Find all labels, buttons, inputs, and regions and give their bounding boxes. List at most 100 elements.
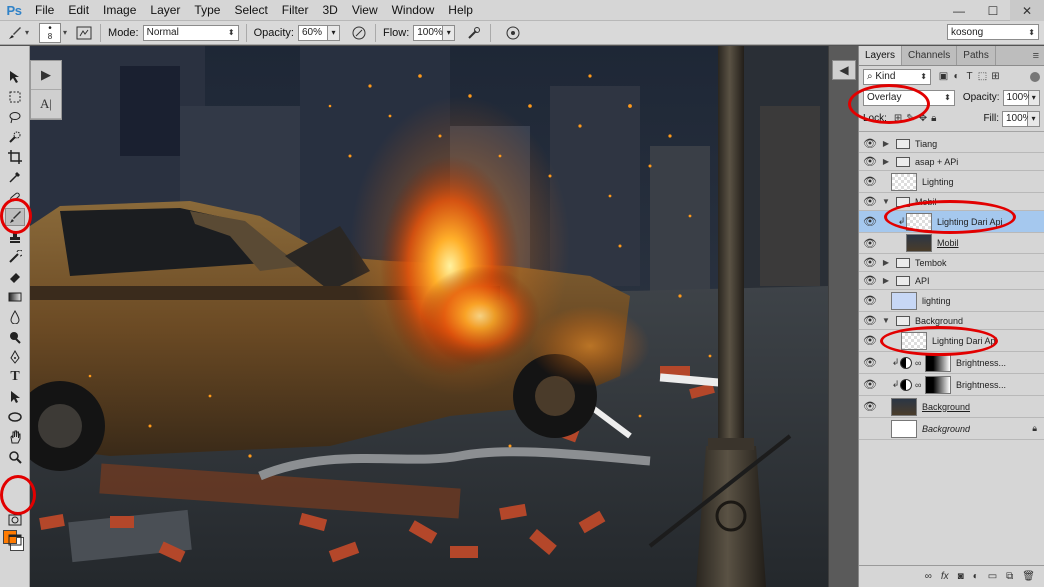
tab-paths[interactable]: Paths <box>957 46 996 65</box>
menu-help[interactable]: Help <box>441 3 480 17</box>
pressure-opacity-icon[interactable] <box>350 24 368 42</box>
menu-select[interactable]: Select <box>227 3 274 17</box>
eye-icon[interactable]: 👁︎ <box>859 400 881 413</box>
layer-filter-select[interactable]: ⌕ Kind ⬍ <box>863 68 931 85</box>
airbrush-icon[interactable] <box>465 24 483 42</box>
eye-icon[interactable]: 👁︎ <box>859 256 881 269</box>
pressure-size-icon[interactable] <box>504 24 522 42</box>
path-selection-tool-icon[interactable] <box>5 388 25 406</box>
character-panel-icon[interactable]: A| <box>31 90 61 119</box>
eyedropper-tool-icon[interactable] <box>5 168 25 186</box>
screen-mode-icon[interactable] <box>5 531 25 549</box>
menu-3d[interactable]: 3D <box>315 3 344 17</box>
menu-view[interactable]: View <box>345 3 385 17</box>
brush-tool-preset-icon[interactable] <box>6 24 24 42</box>
layer-opacity-input[interactable]: 100% <box>1002 89 1032 106</box>
layer-row-tembok[interactable]: 👁︎ ▶ Tembok <box>859 254 1044 272</box>
fill-input[interactable]: 100% <box>1002 110 1032 127</box>
smart-object-filter-icon[interactable]: ⊞ <box>989 71 1002 82</box>
quick-mask-icon[interactable] <box>5 511 25 529</box>
pixel-filter-icon[interactable]: ▣ <box>937 71 950 82</box>
tab-channels[interactable]: Channels <box>902 46 958 65</box>
brush-panel-toggle-icon[interactable] <box>75 24 93 42</box>
move-tool-icon[interactable] <box>5 68 25 86</box>
new-layer-icon[interactable]: ⧉ <box>1006 571 1013 582</box>
type-tool-icon[interactable]: T <box>5 368 25 386</box>
layer-row-background-locked[interactable]: 👁︎ Background 🔒︎ <box>859 418 1044 440</box>
pen-tool-icon[interactable] <box>5 348 25 366</box>
layer-row-brightness-2[interactable]: 👁︎ ↲ ∞ Brightness... <box>859 374 1044 396</box>
eye-icon[interactable]: 👁︎ <box>859 294 881 307</box>
layer-row-brightness-1[interactable]: 👁︎ ↲ ∞ Brightness... <box>859 352 1044 374</box>
delete-layer-icon[interactable]: 🗑︎ <box>1022 571 1035 582</box>
preset-dropdown-arrow-icon[interactable]: ▾ <box>25 28 29 37</box>
eye-icon[interactable]: 👁︎ <box>859 274 881 287</box>
zoom-tool-icon[interactable] <box>5 448 25 466</box>
brush-tool-icon[interactable] <box>5 208 25 226</box>
dodge-tool-icon[interactable] <box>5 328 25 346</box>
lock-all-icon[interactable]: 🔒︎ <box>931 113 936 124</box>
eye-icon[interactable]: 👁︎ <box>859 314 881 327</box>
collapse-panels-icon[interactable]: ◀ <box>832 60 856 80</box>
workspace-preset-select[interactable]: kosong ⬍ <box>947 24 1039 40</box>
layer-row-api[interactable]: 👁︎ ▶ API <box>859 272 1044 290</box>
eraser-tool-icon[interactable] <box>5 268 25 286</box>
brush-size-picker[interactable]: • 8 <box>39 22 62 43</box>
layer-row-lighting-dari-api-selected[interactable]: 👁︎ ↲ Lighting Dari Api <box>859 211 1044 233</box>
disclosure-triangle-icon[interactable]: ▶ <box>881 276 891 285</box>
layer-row-background-group[interactable]: 👁︎ ▼ Background <box>859 312 1044 330</box>
disclosure-triangle-icon[interactable]: ▶ <box>881 157 891 166</box>
crop-tool-icon[interactable] <box>5 148 25 166</box>
opacity-input[interactable]: 60% <box>297 24 328 41</box>
maximize-button[interactable]: ☐ <box>976 0 1010 21</box>
close-button[interactable]: ✕ <box>1010 0 1044 21</box>
layer-row-lighting-dari-api[interactable]: 👁︎ Lighting Dari Api <box>859 330 1044 352</box>
blend-mode-select[interactable]: Overlay ⬍ <box>863 89 955 106</box>
healing-brush-tool-icon[interactable] <box>5 188 25 206</box>
layer-opacity-slider-button[interactable]: ▾ <box>1028 89 1040 106</box>
shape-filter-icon[interactable]: ⬚ <box>976 71 989 82</box>
brush-picker-arrow-icon[interactable]: ▾ <box>63 28 67 37</box>
gradient-tool-icon[interactable] <box>5 288 25 306</box>
eye-icon-hidden[interactable]: 👁︎ <box>859 422 881 435</box>
eye-icon[interactable]: 👁︎ <box>859 356 881 369</box>
lock-pixels-icon[interactable]: ✎ <box>906 113 914 124</box>
link-layers-icon[interactable]: ∞ <box>925 571 932 582</box>
tab-layers[interactable]: Layers <box>859 46 903 65</box>
layer-style-icon[interactable]: fx <box>941 571 949 582</box>
disclosure-triangle-icon[interactable]: ▶ <box>881 139 891 148</box>
disclosure-triangle-icon[interactable]: ▶ <box>881 258 891 267</box>
blur-tool-icon[interactable] <box>5 308 25 326</box>
eye-icon[interactable]: 👁︎ <box>859 195 881 208</box>
opacity-slider-button[interactable]: ▾ <box>327 24 340 41</box>
menu-edit[interactable]: Edit <box>61 3 96 17</box>
disclosure-triangle-icon[interactable]: ▼ <box>881 197 891 206</box>
lasso-tool-icon[interactable] <box>5 108 25 126</box>
menu-type[interactable]: Type <box>187 3 227 17</box>
eye-icon[interactable]: 👁︎ <box>859 137 881 150</box>
eye-icon[interactable]: 👁︎ <box>859 215 881 228</box>
layer-row-lighting[interactable]: 👁︎ Lighting <box>859 171 1044 193</box>
hand-tool-icon[interactable] <box>5 428 25 446</box>
layer-row-background-image[interactable]: 👁︎ Background <box>859 396 1044 418</box>
layer-row-mobil-group[interactable]: 👁︎ ▼ Mobil <box>859 193 1044 211</box>
menu-image[interactable]: Image <box>96 3 143 17</box>
menu-file[interactable]: File <box>28 3 61 17</box>
menu-window[interactable]: Window <box>385 3 442 17</box>
menu-filter[interactable]: Filter <box>275 3 316 17</box>
panel-menu-icon[interactable]: ≡ <box>1028 46 1044 65</box>
menu-layer[interactable]: Layer <box>143 3 187 17</box>
minimize-button[interactable]: — <box>942 0 976 21</box>
new-adjustment-icon[interactable]: ◐ <box>973 571 979 582</box>
type-filter-icon[interactable]: T <box>963 71 976 82</box>
eye-icon[interactable]: 👁︎ <box>859 175 881 188</box>
filter-toggle-icon[interactable] <box>1030 71 1040 82</box>
layer-row-tiang[interactable]: 👁︎ ▶ Tiang <box>859 135 1044 153</box>
new-group-icon[interactable]: ▭ <box>988 571 997 582</box>
quick-selection-tool-icon[interactable] <box>5 128 25 146</box>
eye-icon[interactable]: 👁︎ <box>859 378 881 391</box>
layer-row-asap-api[interactable]: 👁︎ ▶ asap + APi <box>859 153 1044 171</box>
eye-icon[interactable]: 👁︎ <box>859 237 881 250</box>
fill-slider-button[interactable]: ▾ <box>1028 110 1040 127</box>
add-mask-icon[interactable]: ◙ <box>958 571 964 582</box>
